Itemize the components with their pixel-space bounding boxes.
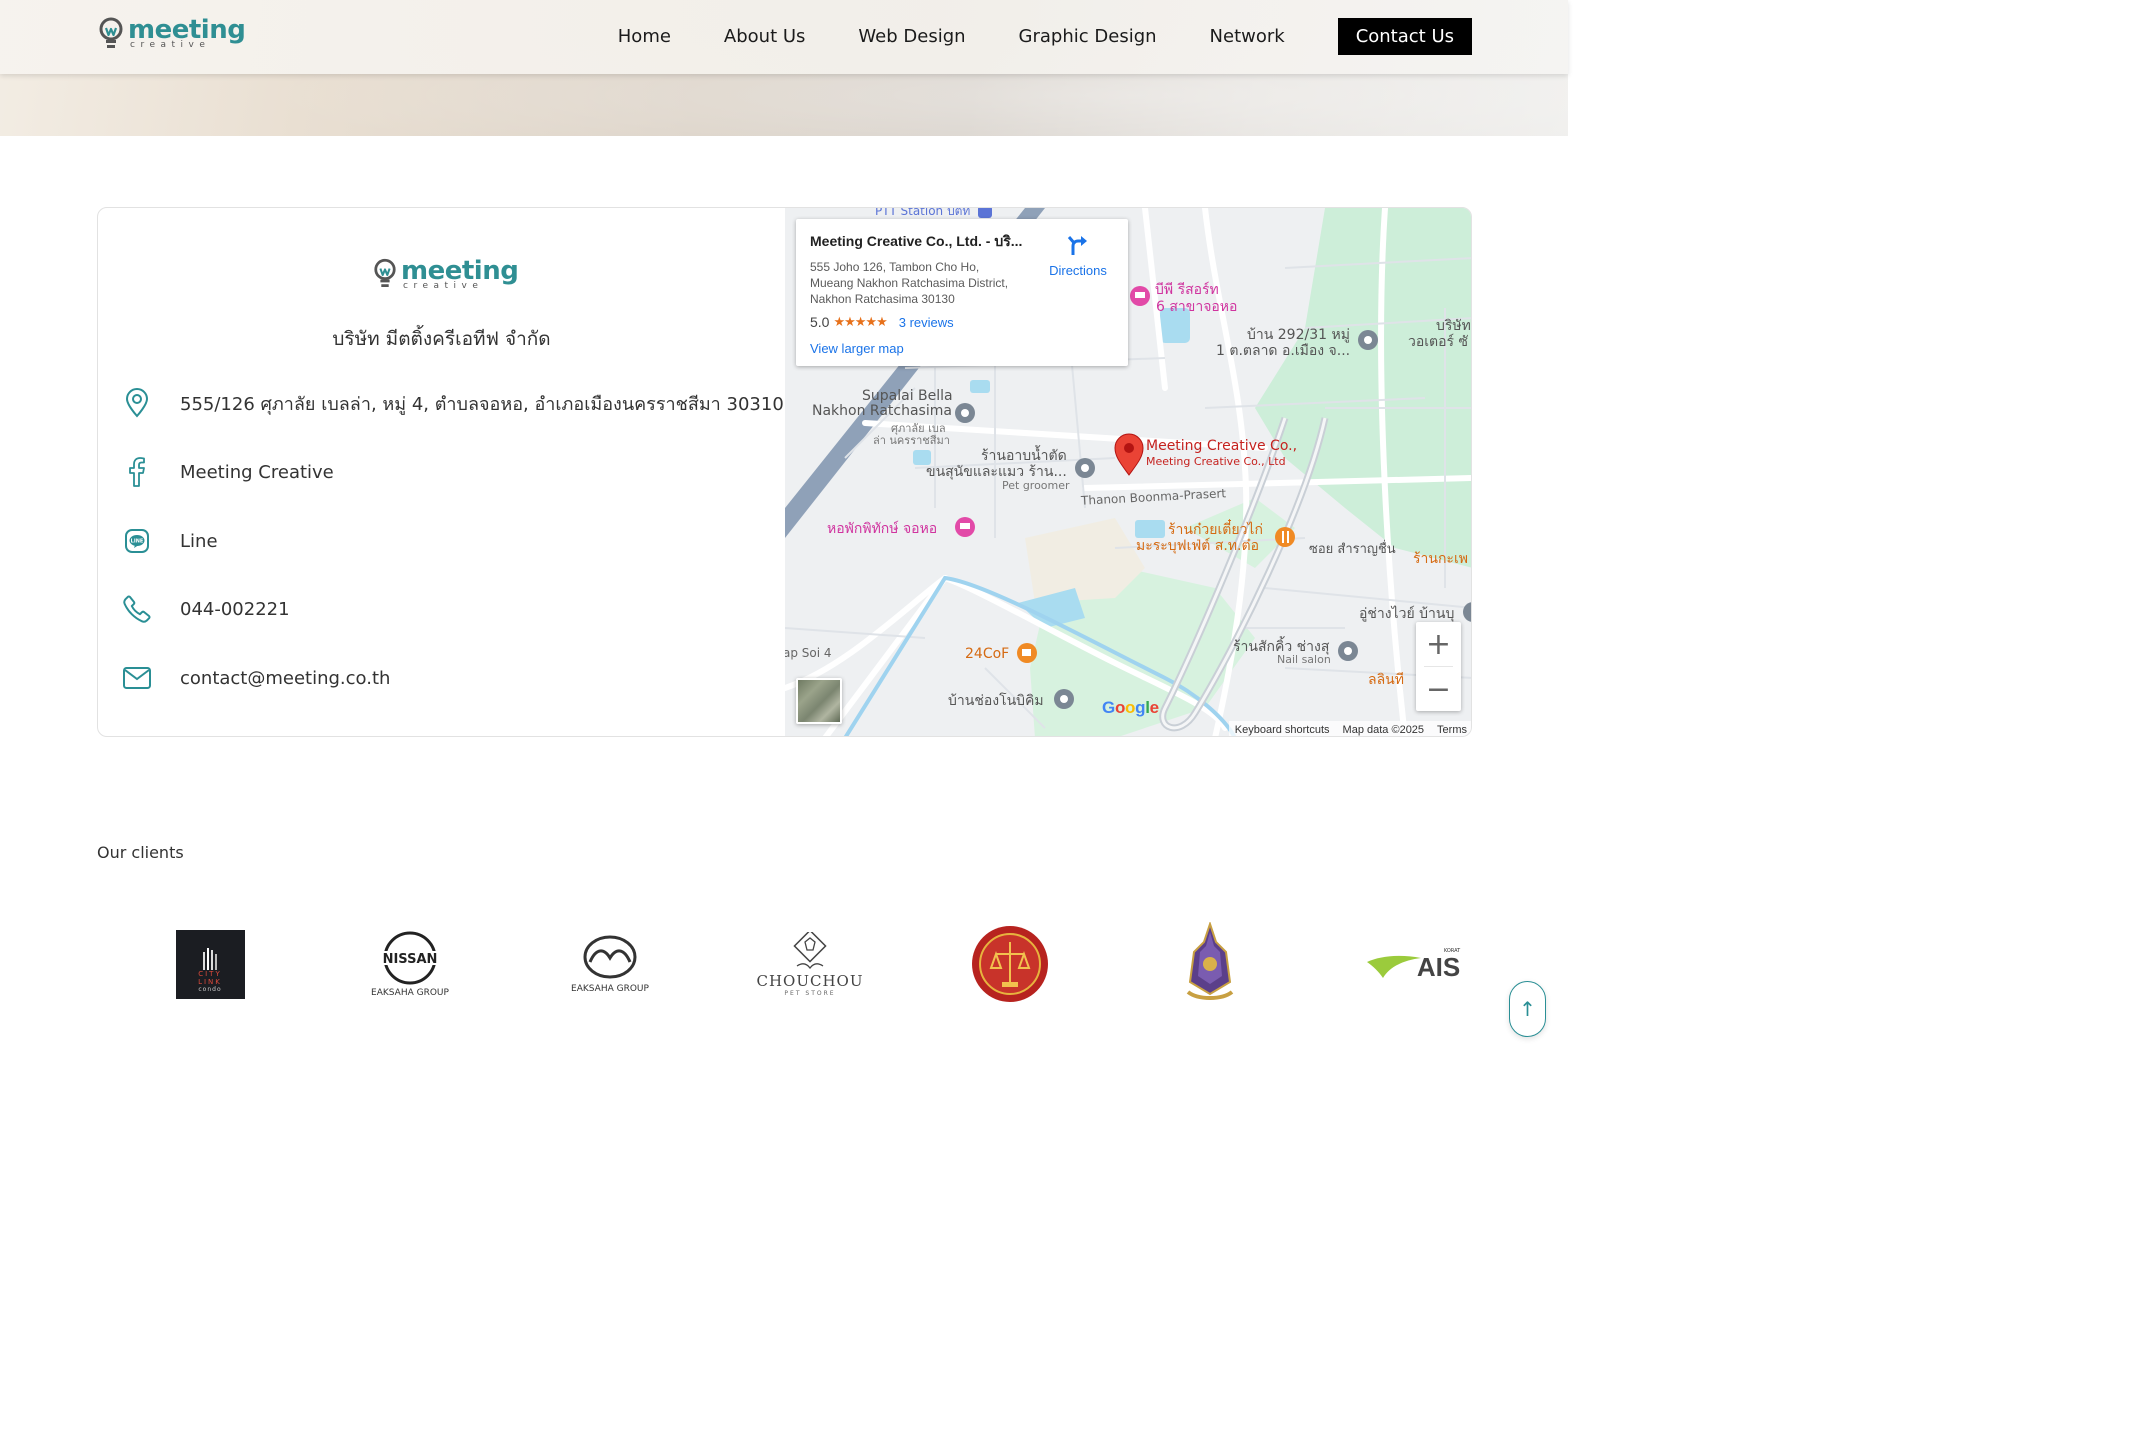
zoom-out-button[interactable]: − bbox=[1416, 667, 1461, 711]
map-label-salon: Nail salon bbox=[1277, 653, 1331, 666]
place-pin[interactable] bbox=[955, 403, 975, 423]
client-caption: EAKSAHA GROUP bbox=[371, 988, 449, 998]
map-label-house-bottom: บ้านช่องโนบิคิม bbox=[948, 693, 1044, 709]
map-label-lintee: ลลินที bbox=[1368, 672, 1404, 688]
facebook-link[interactable]: Meeting Creative bbox=[180, 462, 334, 483]
map-label-dorm: หอพักพิทักษ์ จอหอ bbox=[827, 521, 938, 537]
keyboard-shortcuts-link[interactable]: Keyboard shortcuts bbox=[1235, 724, 1330, 736]
lightbulb-logo-icon bbox=[374, 258, 396, 287]
address-row: 555/126 ศุภาลัย เบลล่า, หมู่ 4, ตำบลจอหอ… bbox=[122, 388, 784, 418]
location-pin-icon bbox=[122, 388, 152, 418]
facebook-icon bbox=[122, 457, 152, 487]
line-icon: LINE bbox=[122, 526, 152, 556]
zoom-in-button[interactable]: + bbox=[1416, 622, 1461, 666]
place-title: Meeting Creative Co., Ltd. - บริ... bbox=[810, 233, 1023, 249]
nav-home[interactable]: Home bbox=[618, 26, 671, 47]
zoom-controls: + − bbox=[1416, 622, 1461, 711]
satellite-toggle[interactable] bbox=[796, 678, 842, 724]
contact-card: meeting creative บริษัท มีตติ้งครีเอทีฟ … bbox=[97, 207, 1472, 737]
directions-label[interactable]: Directions bbox=[1046, 263, 1110, 278]
client-logo-seal bbox=[970, 914, 1050, 1014]
client-logo-ais: KORAT AIS bbox=[1360, 914, 1465, 1014]
map-label-soi4: ap Soi 4 bbox=[785, 646, 832, 660]
nav-graphic-design[interactable]: Graphic Design bbox=[1019, 26, 1157, 47]
map-label-company: วอเตอร์ ซั bbox=[1408, 334, 1469, 350]
embedded-map[interactable]: PTT Station ปตท Supalai Bella Nakhon Rat… bbox=[785, 208, 1471, 736]
map-data-label: Map data ©2025 bbox=[1342, 723, 1425, 736]
client-logo-nissan: NISSAN EAKSAHA GROUP bbox=[360, 914, 460, 1014]
directions-button[interactable]: Directions bbox=[1046, 233, 1110, 278]
main-nav: Home About Us Web Design Graphic Design … bbox=[618, 18, 1472, 55]
map-label-cafe: 24CoF bbox=[965, 646, 1010, 662]
seal-icon bbox=[972, 926, 1048, 1002]
svg-text:LINE: LINE bbox=[131, 538, 144, 544]
map-label-supalai: Supalai Bella bbox=[862, 388, 953, 404]
client-logo-citylink: CITY LINK condo bbox=[175, 914, 245, 1014]
map-label-pet-groomer: Pet groomer bbox=[1002, 479, 1070, 492]
map-attribution: Keyboard shortcuts Map data ©2025 Terms bbox=[1228, 721, 1471, 736]
address-text: 555/126 ศุภาลัย เบลล่า, หมู่ 4, ตำบลจอหอ… bbox=[180, 393, 784, 415]
map-label-supalai-thai: ล่า นครราชสีมา bbox=[873, 434, 950, 447]
view-larger-map-link[interactable]: View larger map bbox=[810, 341, 1114, 356]
back-to-top-button[interactable]: ↑ bbox=[1509, 981, 1546, 1037]
company-name: บริษัท มีตติ้งครีเอทีฟ จำกัด bbox=[332, 328, 551, 350]
map-label-resort: 6 สาขาจอหอ bbox=[1156, 299, 1238, 315]
directions-icon bbox=[1067, 236, 1087, 255]
email-row[interactable]: contact@meeting.co.th bbox=[122, 663, 390, 693]
ais-wordmark: AIS bbox=[1416, 951, 1461, 982]
rating-value: 5.0 bbox=[810, 314, 830, 330]
place-rating: 5.0 ★★★★★ 3 reviews bbox=[810, 314, 1114, 330]
building-icon bbox=[203, 947, 217, 970]
star-rating-icon: ★★★★★ bbox=[833, 314, 887, 329]
client-logo-mazda: EAKSAHA GROUP bbox=[560, 914, 660, 1014]
map-label-soi: ซอย สำราญชื่น bbox=[1309, 542, 1396, 557]
nissan-wordmark: NISSAN bbox=[383, 952, 438, 967]
client-caption: EAKSAHA GROUP bbox=[571, 984, 649, 994]
client-caption: PET STORE bbox=[784, 989, 836, 997]
dog-logo-icon bbox=[793, 931, 827, 969]
mazda-logo-icon bbox=[583, 935, 637, 979]
nissan-logo-icon: NISSAN bbox=[378, 931, 442, 985]
google-logo: Google bbox=[1102, 698, 1159, 717]
map-pin-title[interactable]: Meeting Creative Co., bbox=[1146, 438, 1297, 454]
terms-link[interactable]: Terms bbox=[1437, 724, 1467, 736]
mail-icon bbox=[122, 663, 152, 693]
map-label-shop: ร้านกะเพ bbox=[1413, 551, 1468, 567]
map-label-house: 1 ต.ตลาด อ.เมือง จ... bbox=[1216, 343, 1351, 359]
facebook-row[interactable]: Meeting Creative bbox=[122, 457, 334, 487]
client-logo-chouchou: CHOUCHOU PET STORE bbox=[755, 914, 865, 1014]
nav-network[interactable]: Network bbox=[1210, 26, 1285, 47]
nav-about-us[interactable]: About Us bbox=[724, 26, 806, 47]
nav-web-design[interactable]: Web Design bbox=[858, 26, 965, 47]
phone-icon bbox=[122, 594, 152, 624]
site-logo[interactable]: meeting creative bbox=[98, 17, 246, 53]
contact-info-panel: meeting creative บริษัท มีตติ้งครีเอทีฟ … bbox=[98, 208, 785, 736]
lightbulb-logo-icon bbox=[99, 17, 123, 48]
map-label-supalai: Nakhon Ratchasima bbox=[812, 403, 952, 419]
phone-number[interactable]: 044-002221 bbox=[180, 599, 290, 620]
chouchou-wordmark: CHOUCHOU bbox=[756, 971, 864, 990]
email-address[interactable]: contact@meeting.co.th bbox=[180, 668, 390, 689]
reviews-link[interactable]: 3 reviews bbox=[899, 315, 954, 330]
site-header: meeting creative Home About Us Web Desig… bbox=[0, 0, 1568, 74]
line-link[interactable]: Line bbox=[180, 531, 218, 552]
company-logo: meeting creative bbox=[373, 258, 519, 292]
contact-us-button[interactable]: Contact Us bbox=[1337, 18, 1472, 55]
phone-row[interactable]: 044-002221 bbox=[122, 594, 290, 624]
place-address: 555 Joho 126, Tambon Cho Ho, Mueang Nakh… bbox=[810, 260, 1009, 306]
ais-swoosh-icon bbox=[1366, 955, 1421, 978]
clients-heading: Our clients bbox=[97, 843, 184, 862]
emblem-icon bbox=[1186, 922, 1234, 1000]
map-pin-subtitle: Meeting Creative Co., Ltd bbox=[1146, 455, 1286, 468]
place-info-card: Meeting Creative Co., Ltd. - บริ... 555 … bbox=[796, 219, 1128, 366]
map-label-noodle: มะระบุฟเฟ่ต์ ส.ท.ต๋อ bbox=[1136, 538, 1259, 554]
client-logo-emblem bbox=[1180, 914, 1240, 1014]
line-row[interactable]: LINE Line bbox=[122, 526, 218, 556]
